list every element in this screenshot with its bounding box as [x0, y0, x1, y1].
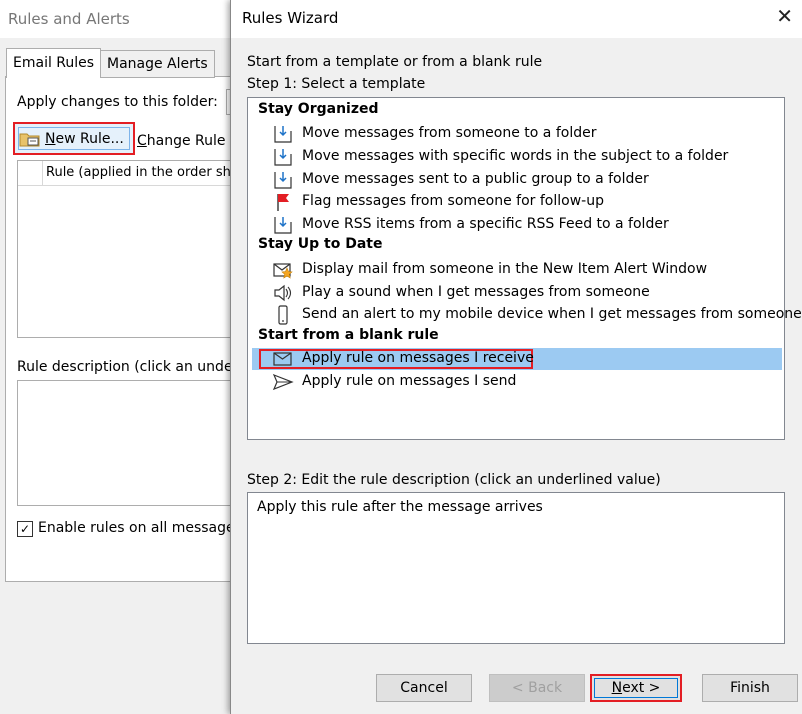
- group-header-blank-rule: Start from a blank rule: [258, 327, 439, 343]
- enable-rules-label: Enable rules on all messages: [38, 520, 238, 536]
- template-list[interactable]: Stay Organized Move messages from someon…: [247, 97, 802, 440]
- template-item[interactable]: Move RSS items from a specific RSS Feed …: [272, 214, 782, 236]
- step2-label: Step 2: Edit the rule description (click…: [247, 472, 661, 488]
- rules-and-alerts-window: Rules and Alerts Email Rules Manage Aler…: [0, 0, 238, 714]
- rule-description-box: [17, 380, 238, 506]
- finish-button[interactable]: Finish: [702, 674, 798, 702]
- template-item[interactable]: Send an alert to my mobile device when I…: [272, 304, 802, 326]
- rules-wizard-dialog: Rules Wizard ✕ Start from a template or …: [230, 0, 802, 714]
- next-button[interactable]: Next >: [590, 674, 682, 702]
- template-item[interactable]: Play a sound when I get messages from so…: [272, 282, 782, 304]
- rules-list-header: Rule (applied in the order sho: [18, 161, 238, 186]
- wizard-title: Rules Wizard: [242, 9, 339, 27]
- send-icon: [272, 373, 294, 391]
- new-rule-button[interactable]: New Rule...: [13, 122, 135, 155]
- template-item[interactable]: Move messages sent to a public group to …: [272, 169, 782, 191]
- move-to-folder-icon: [274, 217, 292, 234]
- template-item[interactable]: Move messages with specific words in the…: [272, 146, 782, 168]
- flag-icon: [277, 194, 289, 211]
- move-to-folder-icon: [274, 126, 292, 143]
- move-to-folder-icon: [274, 172, 292, 189]
- back-button[interactable]: < Back: [489, 674, 585, 702]
- template-item-selected[interactable]: Apply rule on messages I receive: [252, 348, 782, 370]
- rule-description-area[interactable]: Apply this rule after the message arrive…: [247, 492, 785, 644]
- rules-and-alerts-title: Rules and Alerts: [8, 10, 130, 28]
- template-item[interactable]: Move messages from someone to a folder: [272, 123, 782, 145]
- alert-window-icon: [273, 263, 293, 279]
- rules-list-check-column: [18, 161, 43, 185]
- new-rule-icon: [19, 133, 40, 146]
- move-to-folder-icon: [274, 149, 292, 166]
- tab-manage-alerts[interactable]: Manage Alerts: [100, 50, 215, 78]
- envelope-icon: [273, 352, 292, 366]
- new-rule-label: New Rule...: [45, 130, 124, 147]
- wizard-titlebar: Rules Wizard ✕: [231, 0, 802, 38]
- rule-column-header[interactable]: Rule (applied in the order sho: [46, 165, 238, 180]
- template-item[interactable]: Flag messages from someone for follow-up: [272, 191, 782, 213]
- rules-list[interactable]: Rule (applied in the order sho: [17, 160, 238, 338]
- step1-label: Step 1: Select a template: [247, 76, 426, 92]
- change-rule-button[interactable]: Change Rule ▾: [137, 133, 237, 149]
- apply-changes-label: Apply changes to this folder:: [17, 94, 218, 110]
- cancel-button[interactable]: Cancel: [376, 674, 472, 702]
- template-item[interactable]: Display mail from someone in the New Ite…: [272, 259, 782, 281]
- group-header-stay-up-to-date: Stay Up to Date: [258, 236, 383, 252]
- speaker-icon: [274, 284, 292, 302]
- wizard-intro: Start from a template or from a blank ru…: [247, 54, 543, 70]
- rule-description-text: Apply this rule after the message arrive…: [257, 499, 543, 515]
- enable-rules-checkbox[interactable]: ✓: [17, 521, 33, 537]
- template-item[interactable]: Apply rule on messages I send: [272, 371, 782, 393]
- mobile-icon: [278, 305, 288, 325]
- close-icon[interactable]: ✕: [776, 4, 793, 28]
- group-header-stay-organized: Stay Organized: [258, 101, 379, 117]
- tab-email-rules[interactable]: Email Rules: [6, 48, 102, 78]
- rule-description-label: Rule description (click an under: [17, 359, 238, 375]
